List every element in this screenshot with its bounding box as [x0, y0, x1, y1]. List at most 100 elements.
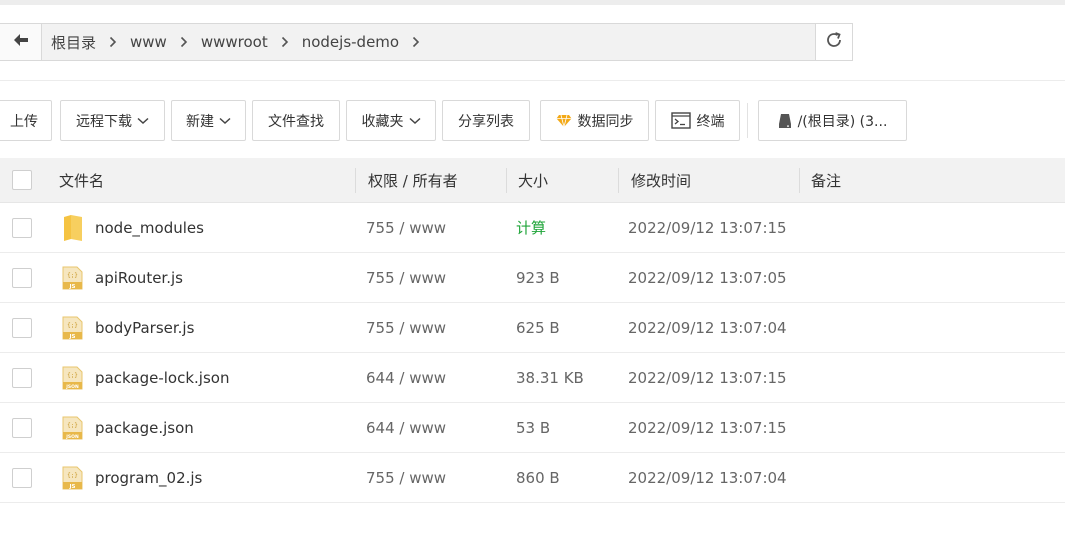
toolbar-divider — [747, 103, 748, 138]
folder-icon — [62, 215, 83, 241]
column-divider[interactable] — [618, 168, 619, 193]
upload-button[interactable]: 上传 — [0, 100, 52, 141]
row-checkbox[interactable] — [12, 468, 32, 488]
file-name[interactable]: node_modules — [95, 203, 204, 252]
file-size: 860 B — [516, 468, 560, 487]
row-checkbox[interactable] — [12, 318, 32, 338]
data-sync-label: 数据同步 — [577, 113, 634, 130]
table-row[interactable]: node_modules 755 / www 计算 2022/09/12 13:07:… — [0, 203, 1065, 253]
file-permission[interactable]: 755 / www — [366, 253, 446, 302]
js-file-icon: {;} JS — [62, 466, 83, 490]
file-size: 38.31 KB — [516, 368, 584, 387]
calculate-size-link[interactable]: 计算 — [516, 203, 546, 252]
chevron-down-icon — [137, 117, 149, 125]
diamond-icon — [556, 114, 572, 128]
chevron-right-icon[interactable] — [399, 36, 433, 48]
row-checkbox[interactable] — [12, 368, 32, 388]
chevron-right-icon — [96, 36, 130, 48]
svg-text:{;}: {;} — [67, 422, 78, 429]
file-search-label: 文件查找 — [268, 113, 324, 130]
table-row[interactable]: {;} JSON package-lock.json 644 / www 38.31 K… — [0, 353, 1065, 403]
chevron-right-icon — [268, 36, 302, 48]
file-permission[interactable]: 755 / www — [366, 453, 446, 502]
table-row[interactable]: {;} JS program_02.js 755 / www 860 B 2022/09/… — [0, 453, 1065, 503]
file-size: 53 B — [516, 418, 551, 437]
file-permission[interactable]: 644 / www — [366, 353, 446, 402]
terminal-button[interactable]: 终端 — [655, 100, 740, 141]
json-file-icon: {;} JSON — [62, 366, 83, 390]
file-name[interactable]: program_02.js — [95, 453, 202, 502]
file-mtime: 2022/09/12 13:07:05 — [628, 268, 787, 287]
arrow-left-icon — [13, 33, 29, 51]
new-button[interactable]: 新建 — [171, 100, 246, 141]
column-divider[interactable] — [355, 168, 356, 193]
svg-text:JS: JS — [68, 484, 75, 490]
select-all-checkbox[interactable] — [12, 170, 32, 190]
table-header: 文件名 权限 / 所有者 大小 修改时间 备注 — [0, 158, 1065, 203]
column-divider[interactable] — [799, 168, 800, 193]
file-size: 625 B — [516, 318, 560, 337]
disk-icon — [778, 113, 792, 129]
upload-label: 上传 — [10, 113, 38, 130]
remote-download-button[interactable]: 远程下载 — [60, 100, 165, 141]
row-checkbox[interactable] — [12, 268, 32, 288]
disk-button[interactable]: /(根目录) (3... — [758, 100, 907, 141]
favorites-button[interactable]: 收藏夹 — [346, 100, 436, 141]
back-button[interactable] — [0, 24, 42, 60]
header-size[interactable]: 大小 — [518, 158, 548, 203]
table-row[interactable]: {;} JS apiRouter.js 755 / www 923 B 2022/09/1… — [0, 253, 1065, 303]
top-strip — [0, 0, 1065, 5]
terminal-label: 终端 — [696, 113, 725, 130]
table-row[interactable]: {;} JSON package.json 644 / www 53 B 2022/09/… — [0, 403, 1065, 453]
crumb-wwwroot[interactable]: wwwroot — [201, 33, 268, 51]
file-name[interactable]: bodyParser.js — [95, 303, 194, 352]
file-mtime: 2022/09/12 13:07:15 — [628, 218, 787, 237]
table-row[interactable]: {;} JS bodyParser.js 755 / www 625 B 2022/09/… — [0, 303, 1065, 353]
header-name[interactable]: 文件名 — [59, 158, 104, 203]
data-sync-button[interactable]: 数据同步 — [540, 100, 649, 141]
refresh-icon — [825, 31, 843, 53]
file-permission[interactable]: 755 / www — [366, 203, 446, 252]
remote-download-label: 远程下载 — [76, 113, 132, 130]
header-perm[interactable]: 权限 / 所有者 — [368, 158, 458, 203]
header-note: 备注 — [811, 172, 842, 190]
svg-text:JS: JS — [68, 284, 75, 290]
header-mtime[interactable]: 修改时间 — [631, 158, 691, 203]
refresh-button[interactable] — [815, 24, 852, 60]
share-list-label: 分享列表 — [458, 113, 514, 130]
file-name[interactable]: package.json — [95, 403, 194, 452]
svg-text:JSON: JSON — [65, 384, 79, 390]
favorites-label: 收藏夹 — [361, 113, 404, 130]
terminal-icon — [670, 112, 691, 129]
file-mtime: 2022/09/12 13:07:04 — [628, 468, 787, 487]
file-name[interactable]: package-lock.json — [95, 353, 229, 402]
row-checkbox[interactable] — [12, 418, 32, 438]
crumb-root[interactable]: 根目录 — [51, 32, 96, 53]
js-file-icon: {;} JS — [62, 316, 83, 340]
disk-label: /(根目录) (3... — [797, 113, 888, 130]
chevron-down-icon — [408, 117, 421, 125]
file-permission[interactable]: 644 / www — [366, 403, 446, 452]
svg-text:{;}: {;} — [67, 372, 78, 379]
svg-text:{;}: {;} — [67, 322, 78, 329]
row-checkbox[interactable] — [12, 218, 32, 238]
divider — [0, 80, 1065, 81]
crumb-www[interactable]: www — [130, 33, 167, 51]
path-bar: 根目录 www wwwroot nodejs-demo — [0, 23, 853, 61]
json-file-icon: {;} JSON — [62, 416, 83, 440]
file-permission[interactable]: 755 / www — [366, 303, 446, 352]
crumb-nodejs-demo[interactable]: nodejs-demo — [302, 33, 399, 51]
chevron-right-icon — [167, 36, 201, 48]
svg-text:JS: JS — [68, 334, 75, 340]
file-mtime: 2022/09/12 13:07:15 — [628, 418, 787, 437]
chevron-down-icon — [219, 117, 231, 125]
column-divider[interactable] — [506, 168, 507, 193]
file-name[interactable]: apiRouter.js — [95, 253, 183, 302]
js-file-icon: {;} JS — [62, 266, 83, 290]
share-list-button[interactable]: 分享列表 — [442, 100, 530, 141]
svg-text:{;}: {;} — [67, 272, 78, 279]
file-mtime: 2022/09/12 13:07:04 — [628, 318, 787, 337]
file-search-button[interactable]: 文件查找 — [252, 100, 340, 141]
file-mtime: 2022/09/12 13:07:15 — [628, 368, 787, 387]
svg-text:JSON: JSON — [65, 434, 79, 440]
